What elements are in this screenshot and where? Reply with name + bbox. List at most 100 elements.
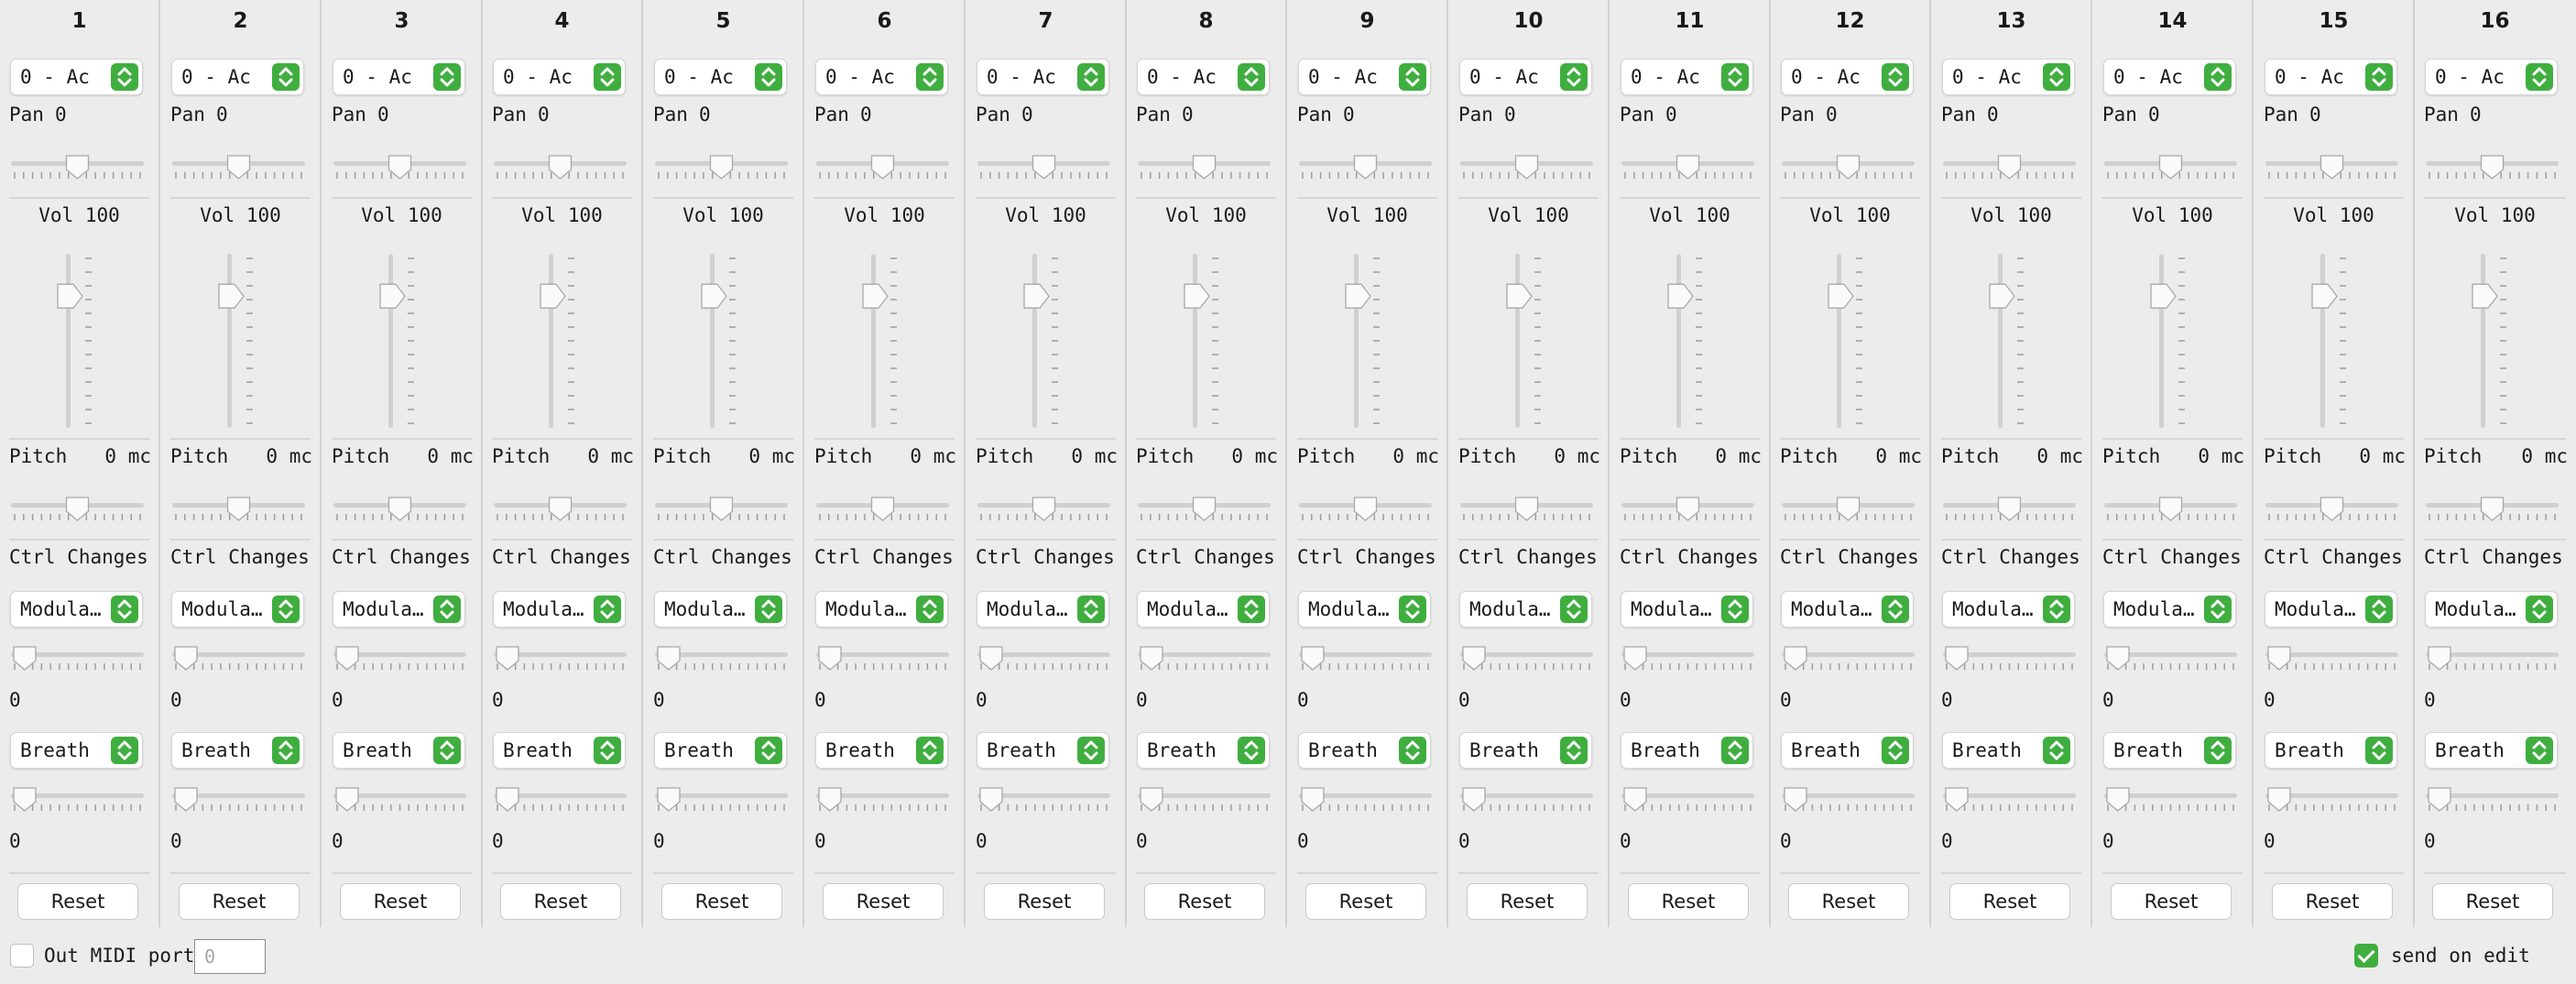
- pitch-slider-thumb[interactable]: [226, 497, 251, 521]
- controller-1-select[interactable]: Modulation: [2425, 591, 2558, 628]
- pan-slider[interactable]: [11, 154, 144, 191]
- controller-1-select[interactable]: Modulation: [1621, 591, 1753, 628]
- out-midi-port-input[interactable]: [194, 939, 266, 974]
- pitch-slider[interactable]: [1782, 496, 1915, 532]
- controller-1-select-stepper-button[interactable]: [2526, 596, 2553, 623]
- program-select-stepper-button[interactable]: [2365, 63, 2393, 91]
- volume-slider-thumb[interactable]: [1989, 283, 2015, 309]
- controller-2-select-stepper-button[interactable]: [1077, 737, 1105, 764]
- controller-2-slider[interactable]: [172, 786, 305, 823]
- controller-1-slider[interactable]: [494, 645, 627, 682]
- controller-1-select-stepper-button[interactable]: [2043, 596, 2070, 623]
- controller-2-select-stepper-button[interactable]: [1721, 737, 1749, 764]
- controller-1-select[interactable]: Modulation: [1298, 591, 1431, 628]
- volume-slider[interactable]: [1020, 249, 1065, 432]
- program-select[interactable]: 0 - Ac: [1137, 59, 1270, 95]
- program-select-stepper-button[interactable]: [1238, 63, 1265, 91]
- controller-1-slider[interactable]: [1138, 645, 1271, 682]
- pan-slider[interactable]: [2265, 154, 2398, 191]
- controller-2-select-stepper-button[interactable]: [1882, 737, 1909, 764]
- pan-slider-thumb[interactable]: [709, 155, 734, 180]
- controller-2-slider[interactable]: [1782, 786, 1915, 823]
- program-select-stepper-button[interactable]: [916, 63, 944, 91]
- pitch-slider-thumb[interactable]: [1514, 497, 1539, 521]
- reset-button[interactable]: Reset: [1788, 883, 1909, 920]
- program-select-stepper-button[interactable]: [433, 63, 461, 91]
- controller-1-select-stepper-button[interactable]: [1077, 596, 1105, 623]
- controller-2-slider[interactable]: [1138, 786, 1271, 823]
- pitch-slider[interactable]: [1299, 496, 1432, 532]
- pitch-slider-thumb[interactable]: [709, 497, 734, 521]
- controller-2-slider[interactable]: [1460, 786, 1593, 823]
- controller-1-select-stepper-button[interactable]: [1238, 596, 1265, 623]
- controller-2-select-stepper-button[interactable]: [2043, 737, 2070, 764]
- volume-slider-thumb[interactable]: [701, 283, 727, 309]
- program-select[interactable]: 0 - Ac: [977, 59, 1109, 95]
- controller-2-select[interactable]: Breath: [1298, 732, 1431, 769]
- controller-2-select-stepper-button[interactable]: [433, 737, 461, 764]
- volume-slider[interactable]: [2308, 249, 2353, 432]
- pitch-slider-thumb[interactable]: [1836, 497, 1861, 521]
- controller-2-select[interactable]: Breath: [1621, 732, 1753, 769]
- controller-1-slider[interactable]: [2265, 645, 2398, 682]
- pitch-slider[interactable]: [1138, 496, 1271, 532]
- volume-slider[interactable]: [2146, 249, 2192, 432]
- volume-slider-thumb[interactable]: [2472, 283, 2498, 309]
- volume-slider-thumb[interactable]: [862, 283, 889, 309]
- volume-slider[interactable]: [1502, 249, 1548, 432]
- controller-2-select[interactable]: Breath: [1459, 732, 1592, 769]
- controller-1-select-stepper-button[interactable]: [2204, 596, 2232, 623]
- controller-2-select[interactable]: Breath: [493, 732, 626, 769]
- program-select-stepper-button[interactable]: [755, 63, 782, 91]
- pitch-slider-thumb[interactable]: [2480, 497, 2505, 521]
- volume-slider[interactable]: [1664, 249, 1709, 432]
- controller-1-select[interactable]: Modulation: [171, 591, 304, 628]
- send-on-edit-checkbox[interactable]: [2354, 944, 2378, 968]
- pan-slider-thumb[interactable]: [226, 155, 251, 180]
- volume-slider[interactable]: [1985, 249, 2031, 432]
- program-select[interactable]: 0 - Ac: [815, 59, 948, 95]
- controller-1-slider[interactable]: [977, 645, 1110, 682]
- controller-1-select[interactable]: Modulation: [654, 591, 787, 628]
- pan-slider[interactable]: [333, 154, 466, 191]
- pan-slider-thumb[interactable]: [2158, 155, 2183, 180]
- reset-button[interactable]: Reset: [340, 883, 461, 920]
- controller-1-slider[interactable]: [816, 645, 949, 682]
- pitch-slider[interactable]: [2104, 496, 2237, 532]
- pitch-slider[interactable]: [333, 496, 466, 532]
- volume-slider[interactable]: [376, 249, 421, 432]
- controller-1-slider[interactable]: [1621, 645, 1754, 682]
- controller-1-select-stepper-button[interactable]: [916, 596, 944, 623]
- program-select-stepper-button[interactable]: [2043, 63, 2070, 91]
- pan-slider-thumb[interactable]: [1031, 155, 1056, 180]
- controller-1-select[interactable]: Modulation: [1137, 591, 1270, 628]
- reset-button[interactable]: Reset: [2111, 883, 2232, 920]
- pitch-slider[interactable]: [11, 496, 144, 532]
- program-select-stepper-button[interactable]: [1721, 63, 1749, 91]
- controller-2-select[interactable]: Breath: [977, 732, 1109, 769]
- volume-slider[interactable]: [1180, 249, 1226, 432]
- program-select[interactable]: 0 - Ac: [333, 59, 465, 95]
- pan-slider-thumb[interactable]: [2319, 155, 2344, 180]
- controller-1-select-stepper-button[interactable]: [1721, 596, 1749, 623]
- controller-2-select-stepper-button[interactable]: [272, 737, 300, 764]
- pan-slider[interactable]: [494, 154, 627, 191]
- pan-slider[interactable]: [2426, 154, 2559, 191]
- program-select-stepper-button[interactable]: [272, 63, 300, 91]
- program-select[interactable]: 0 - Ac: [493, 59, 626, 95]
- reset-button[interactable]: Reset: [179, 883, 300, 920]
- pitch-slider-thumb[interactable]: [1997, 497, 2022, 521]
- controller-2-slider[interactable]: [2426, 786, 2559, 823]
- pitch-slider[interactable]: [494, 496, 627, 532]
- controller-2-select-stepper-button[interactable]: [2365, 737, 2393, 764]
- controller-2-select[interactable]: Breath: [2425, 732, 2558, 769]
- reset-button[interactable]: Reset: [661, 883, 782, 920]
- pan-slider-thumb[interactable]: [387, 155, 412, 180]
- controller-2-slider[interactable]: [2265, 786, 2398, 823]
- controller-2-select-stepper-button[interactable]: [594, 737, 621, 764]
- program-select-stepper-button[interactable]: [2526, 63, 2553, 91]
- program-select[interactable]: 0 - Ac: [1298, 59, 1431, 95]
- program-select[interactable]: 0 - Ac: [2265, 59, 2397, 95]
- pan-slider[interactable]: [1943, 154, 2076, 191]
- controller-1-slider[interactable]: [1299, 645, 1432, 682]
